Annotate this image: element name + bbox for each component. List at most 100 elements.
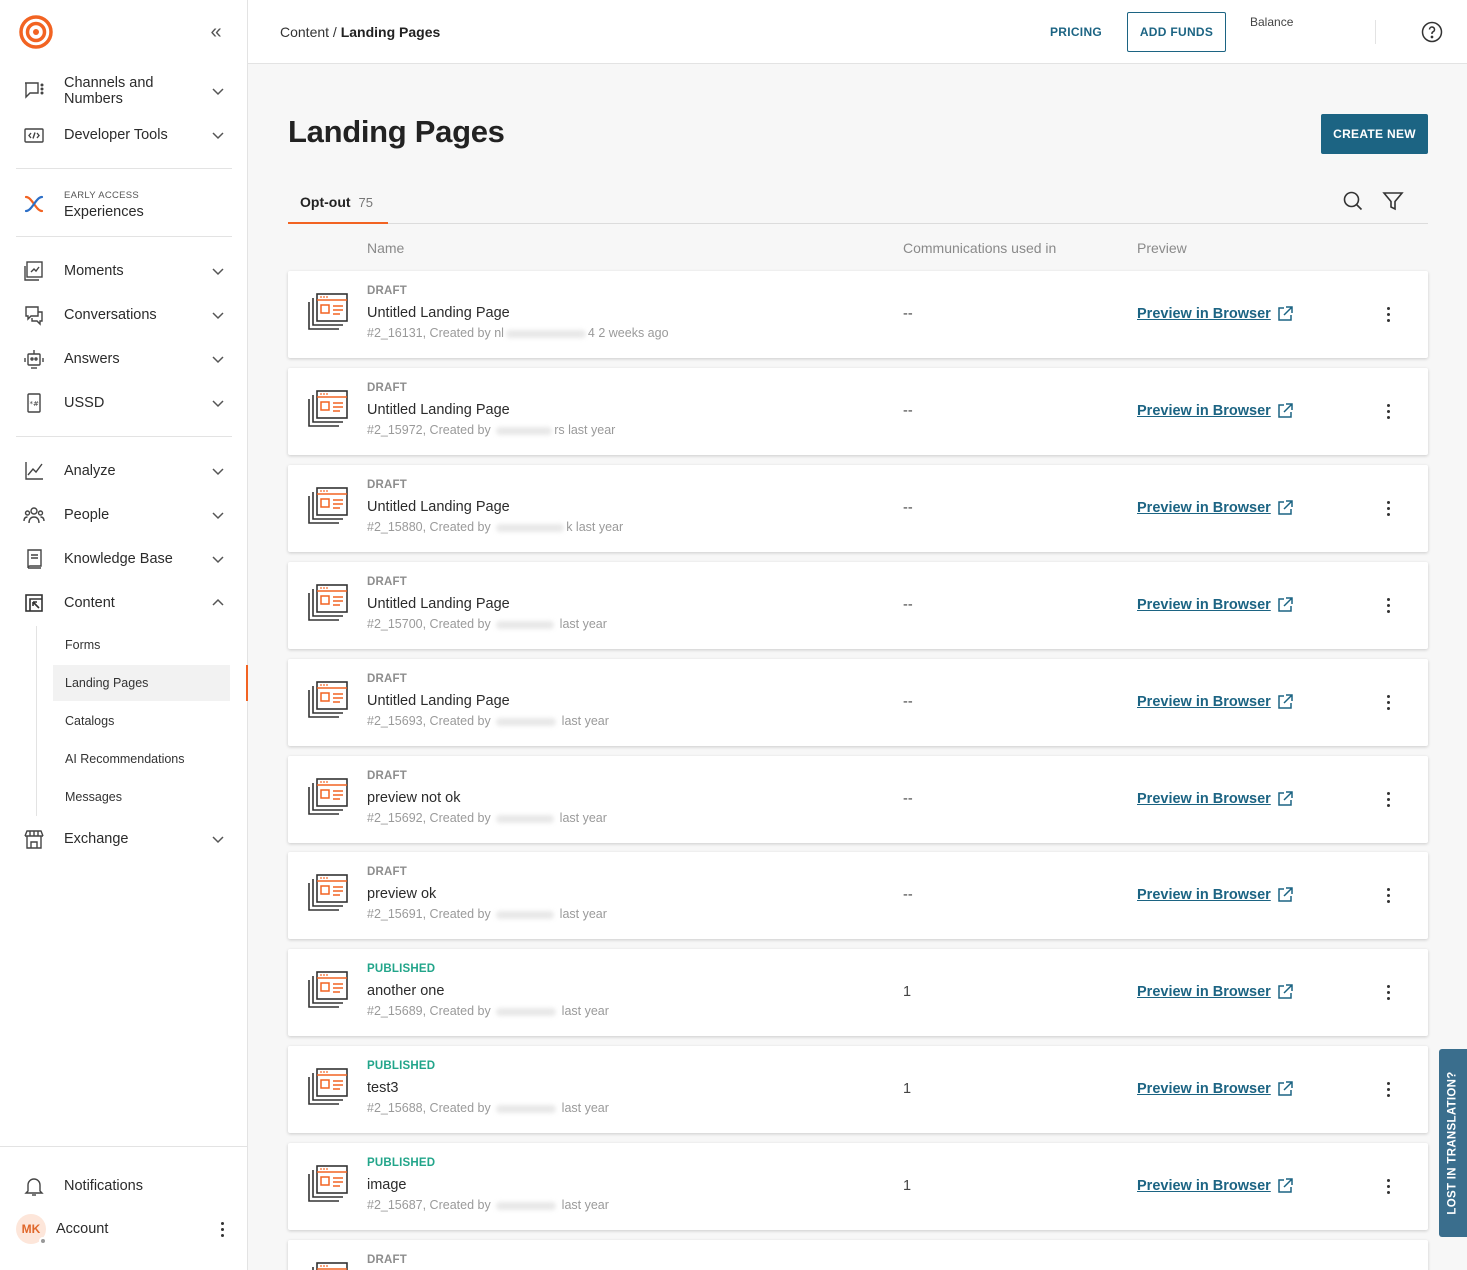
nav-notifications[interactable]: Notifications bbox=[16, 1166, 232, 1206]
account-menu-icon[interactable] bbox=[212, 1219, 232, 1239]
content-icon bbox=[22, 591, 46, 615]
nav-ussd[interactable]: *# USSD bbox=[16, 383, 232, 423]
preview-in-browser-link[interactable]: Preview in Browser bbox=[1137, 694, 1293, 710]
filter-icon[interactable] bbox=[1380, 188, 1406, 214]
landing-page-meta: #2_15689, Created by last year bbox=[367, 1004, 609, 1018]
table-row[interactable]: DRAFT Untitled Landing Page #2_16131, Cr… bbox=[288, 271, 1428, 358]
nav-experiences[interactable]: EARLY ACCESS Experiences bbox=[16, 184, 232, 224]
landing-page-name[interactable]: test3 bbox=[367, 1080, 398, 1096]
row-menu-icon[interactable] bbox=[1378, 885, 1398, 905]
landing-page-name[interactable]: image bbox=[367, 1177, 407, 1193]
preview-in-browser-link[interactable]: Preview in Browser bbox=[1137, 984, 1293, 1000]
column-header-communications[interactable]: Communications used in bbox=[903, 240, 1056, 256]
table-row[interactable]: DRAFT Untitled Landing Page #2_15700, Cr… bbox=[288, 562, 1428, 649]
help-icon[interactable] bbox=[1420, 20, 1444, 44]
row-menu-icon[interactable] bbox=[1378, 982, 1398, 1002]
balance-label: Balance bbox=[1250, 15, 1294, 29]
row-menu-icon[interactable] bbox=[1378, 304, 1398, 324]
nav-label: Channels and Numbers bbox=[64, 75, 154, 107]
row-menu-icon[interactable] bbox=[1378, 692, 1398, 712]
search-icon[interactable] bbox=[1340, 188, 1366, 214]
landing-page-name[interactable]: preview ok bbox=[367, 886, 436, 902]
nav-label: Moments bbox=[64, 263, 124, 279]
external-link-icon bbox=[1278, 403, 1293, 418]
nav-analyze[interactable]: Analyze bbox=[16, 451, 232, 491]
table-row[interactable]: DRAFT bbox=[288, 1240, 1428, 1270]
row-menu-icon[interactable] bbox=[1378, 1176, 1398, 1196]
preview-in-browser-link[interactable]: Preview in Browser bbox=[1137, 306, 1293, 322]
preview-in-browser-link[interactable]: Preview in Browser bbox=[1137, 403, 1293, 419]
landing-page-name[interactable]: preview not ok bbox=[367, 790, 461, 806]
preview-in-browser-link[interactable]: Preview in Browser bbox=[1137, 887, 1293, 903]
breadcrumb-parent[interactable]: Content bbox=[280, 24, 329, 40]
chevron-down-icon bbox=[212, 400, 224, 408]
table-row[interactable]: DRAFT Untitled Landing Page #2_15972, Cr… bbox=[288, 368, 1428, 455]
nav-developer-tools[interactable]: Developer Tools bbox=[16, 115, 232, 155]
meta-id: #2_16131, Created by bbox=[367, 326, 495, 340]
row-menu-icon[interactable] bbox=[1378, 1079, 1398, 1099]
preview-in-browser-link[interactable]: Preview in Browser bbox=[1137, 791, 1293, 807]
nav-label: Developer Tools bbox=[64, 127, 168, 143]
table-row[interactable]: PUBLISHED another one #2_15689, Created … bbox=[288, 949, 1428, 1036]
book-icon bbox=[22, 547, 46, 571]
table-row[interactable]: PUBLISHED image #2_15687, Created by las… bbox=[288, 1143, 1428, 1230]
table-row[interactable]: PUBLISHED test3 #2_15688, Created by las… bbox=[288, 1046, 1428, 1133]
preview-in-browser-link[interactable]: Preview in Browser bbox=[1137, 1081, 1293, 1097]
nav-exchange[interactable]: Exchange bbox=[16, 819, 232, 859]
nav-content[interactable]: Content bbox=[16, 583, 232, 623]
landing-page-name[interactable]: another one bbox=[367, 983, 444, 999]
row-menu-icon[interactable] bbox=[1378, 498, 1398, 518]
nav-channels-and-numbers[interactable]: Channels and Numbers bbox=[16, 71, 232, 111]
nav-conversations[interactable]: Conversations bbox=[16, 295, 232, 335]
table-row[interactable]: DRAFT preview ok #2_15691, Created by la… bbox=[288, 852, 1428, 939]
subnav-messages[interactable]: Messages bbox=[53, 779, 230, 815]
table-row[interactable]: DRAFT Untitled Landing Page #2_15693, Cr… bbox=[288, 659, 1428, 746]
table-row[interactable]: DRAFT preview not ok #2_15692, Created b… bbox=[288, 756, 1428, 843]
meta-user-start: nl bbox=[494, 326, 504, 340]
subnav-forms[interactable]: Forms bbox=[53, 627, 230, 663]
nav-moments[interactable]: Moments bbox=[16, 251, 232, 291]
status-badge: DRAFT bbox=[367, 479, 407, 491]
nav-account[interactable]: MK Account bbox=[16, 1209, 232, 1249]
meta-when: last year bbox=[572, 520, 624, 534]
row-menu-icon[interactable] bbox=[1378, 789, 1398, 809]
landing-page-name[interactable]: Untitled Landing Page bbox=[367, 596, 510, 612]
row-menu-icon[interactable] bbox=[1378, 595, 1398, 615]
landing-page-meta: #2_16131, Created by nl 4 2 weeks ago bbox=[367, 326, 669, 340]
tab-opt-out[interactable]: Opt-out 75 bbox=[288, 182, 388, 224]
landing-page-name[interactable]: Untitled Landing Page bbox=[367, 693, 510, 709]
nav-answers[interactable]: Answers bbox=[16, 339, 232, 379]
row-menu-icon[interactable] bbox=[1378, 401, 1398, 421]
feedback-tab[interactable]: LOST IN TRANSLATION? bbox=[1439, 1049, 1467, 1237]
nav-knowledge-base[interactable]: Knowledge Base bbox=[16, 539, 232, 579]
communications-count: -- bbox=[903, 694, 913, 710]
table-row[interactable]: DRAFT Untitled Landing Page #2_15880, Cr… bbox=[288, 465, 1428, 552]
redacted-username bbox=[496, 910, 555, 919]
nav-people[interactable]: People bbox=[16, 495, 232, 535]
preview-in-browser-link[interactable]: Preview in Browser bbox=[1137, 1178, 1293, 1194]
top-bar: Content / Landing Pages PRICING ADD FUND… bbox=[248, 0, 1467, 64]
nav-label: Knowledge Base bbox=[64, 551, 173, 567]
landing-page-icon bbox=[308, 390, 348, 427]
preview-label: Preview in Browser bbox=[1137, 1178, 1271, 1194]
preview-in-browser-link[interactable]: Preview in Browser bbox=[1137, 597, 1293, 613]
landing-page-name[interactable]: Untitled Landing Page bbox=[367, 305, 510, 321]
redacted-username bbox=[496, 1104, 557, 1113]
preview-label: Preview in Browser bbox=[1137, 984, 1271, 1000]
landing-page-name[interactable]: Untitled Landing Page bbox=[367, 499, 510, 515]
subnav-catalogs[interactable]: Catalogs bbox=[53, 703, 230, 739]
subnav-landing-pages[interactable]: Landing Pages bbox=[53, 665, 230, 701]
meta-id: #2_15972, Created by bbox=[367, 423, 495, 437]
create-new-button[interactable]: CREATE NEW bbox=[1321, 114, 1428, 154]
app-logo[interactable] bbox=[18, 14, 54, 50]
column-header-name[interactable]: Name bbox=[367, 240, 404, 256]
external-link-icon bbox=[1278, 306, 1293, 321]
chart-icon bbox=[22, 459, 46, 483]
collapse-sidebar-icon[interactable]: « bbox=[204, 20, 228, 44]
communications-count: -- bbox=[903, 597, 913, 613]
subnav-ai-recommendations[interactable]: AI Recommendations bbox=[53, 741, 230, 777]
pricing-link[interactable]: PRICING bbox=[1036, 12, 1116, 52]
add-funds-button[interactable]: ADD FUNDS bbox=[1127, 12, 1226, 52]
preview-in-browser-link[interactable]: Preview in Browser bbox=[1137, 500, 1293, 516]
landing-page-name[interactable]: Untitled Landing Page bbox=[367, 402, 510, 418]
